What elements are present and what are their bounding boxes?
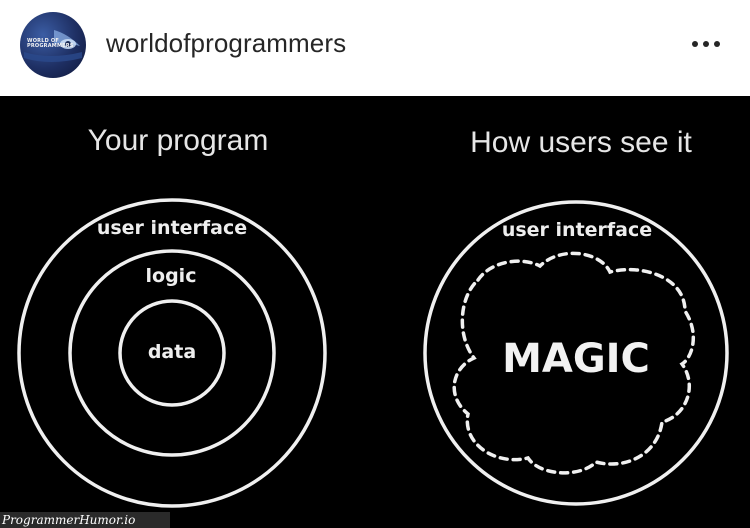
more-dot <box>703 41 709 47</box>
watermark-text: ProgrammerHumor.io <box>2 513 136 527</box>
right-ring-label-user-interface: user interface <box>502 219 652 241</box>
more-options-button[interactable] <box>690 33 724 55</box>
magic-label: MAGIC <box>502 336 650 382</box>
more-horizontal-icon <box>692 41 698 47</box>
avatar-logo-text: WORLD OF PROGRAMMERS <box>27 38 74 49</box>
post-header: WORLD OF PROGRAMMERS worldofprogrammers <box>0 0 750 96</box>
ring-label-logic: logic <box>146 265 197 287</box>
meme-diagram: Your program How users see it user inter… <box>17 124 729 508</box>
ring-label-data: data <box>148 341 196 363</box>
right-title: How users see it <box>470 126 692 159</box>
username-link[interactable]: worldofprogrammers <box>106 28 346 59</box>
avatar[interactable]: WORLD OF PROGRAMMERS <box>20 12 86 78</box>
left-title: Your program <box>88 124 269 157</box>
post-image[interactable]: Your program How users see it user inter… <box>0 96 750 528</box>
watermark-bar: ProgrammerHumor.io <box>0 512 170 528</box>
more-dot <box>714 41 720 47</box>
ring-label-user-interface: user interface <box>97 217 247 239</box>
